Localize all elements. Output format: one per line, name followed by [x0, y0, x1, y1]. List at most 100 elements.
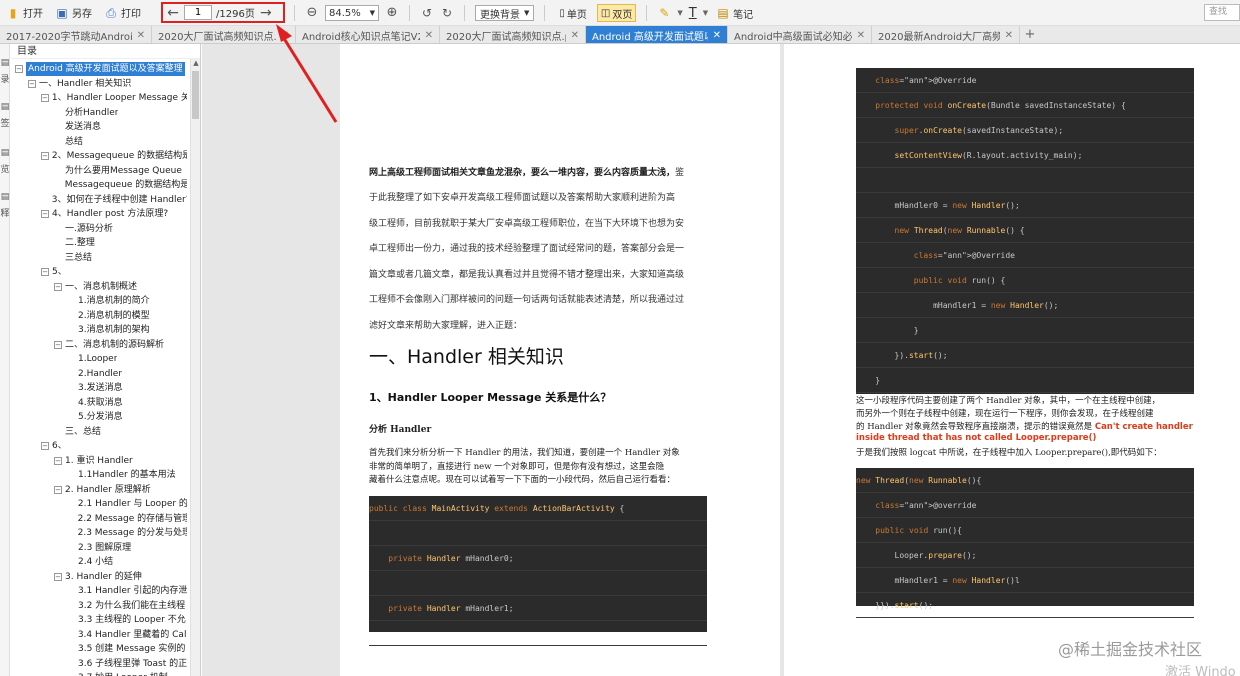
close-icon[interactable]: ✕: [713, 30, 721, 41]
close-icon[interactable]: ✕: [571, 30, 579, 41]
rotate-right-icon[interactable]: ↻: [440, 6, 454, 20]
next-page-arrow-icon[interactable]: →: [259, 5, 273, 21]
highlighter-icon[interactable]: ✎: [657, 6, 671, 20]
outline-item[interactable]: 3.4 Handler 里藏着的 Call: [67, 628, 187, 642]
collapse-icon[interactable]: −: [54, 485, 62, 494]
outline-item[interactable]: 5.分发消息: [67, 410, 187, 424]
outline-item[interactable]: −3. Handler 的延伸: [54, 570, 187, 584]
annotation-rail-icon[interactable]: ▤: [0, 192, 10, 202]
outline-item[interactable]: 3.7 妙用 Looper 机制: [67, 671, 187, 676]
outline-item[interactable]: −6、: [41, 439, 187, 453]
zoom-out-icon[interactable]: ⊖: [305, 6, 319, 20]
outline-item[interactable]: 2.1 Handler 与 Looper 的: [67, 497, 187, 511]
document-view[interactable]: 网上高级工程师面试相关文章鱼龙混杂，要么一堆内容，要么内容质量太浅，鉴 于此我整…: [202, 44, 1240, 676]
outline-item-label: 3.发送消息: [78, 383, 123, 393]
outline-item[interactable]: 三总结: [54, 251, 187, 265]
outline-rail-icon[interactable]: ▤: [0, 58, 10, 68]
outline-item[interactable]: −1. 重识 Handler: [54, 454, 187, 468]
close-icon[interactable]: ✕: [1005, 30, 1013, 41]
search-input[interactable]: 查找: [1204, 4, 1240, 21]
outline-item[interactable]: − 一、Handler 相关知识: [28, 77, 187, 91]
tab-document-2[interactable]: 2020大厂面试高频知识点.pdf ✕: [152, 26, 296, 43]
outline-item[interactable]: − 二、消息机制的源码解析: [54, 338, 187, 352]
close-icon[interactable]: ✕: [857, 30, 865, 41]
collapse-icon[interactable]: −: [54, 572, 62, 581]
close-icon[interactable]: ✕: [137, 30, 145, 41]
outline-item[interactable]: 1.消息机制的简介: [67, 294, 187, 308]
outline-item[interactable]: −2、Messagequeue 的数据结构是: [41, 149, 187, 163]
outline-item[interactable]: Messagequeue 的数据结构是: [54, 178, 187, 192]
outline-item[interactable]: − Android 高级开发面试题以及答案整理: [15, 62, 187, 76]
print-button[interactable]: ⎙ 打印: [98, 2, 147, 24]
collapse-icon[interactable]: −: [54, 340, 62, 349]
bookmark-rail-icon[interactable]: ▤: [0, 102, 10, 112]
page-number-input[interactable]: [184, 5, 212, 20]
save-as-button[interactable]: ▣ 另存: [49, 2, 98, 24]
chevron-down-icon[interactable]: ▼: [677, 9, 682, 17]
outline-item[interactable]: 3、如何在子线程中创建 Handler?: [41, 193, 187, 207]
divider: [409, 5, 410, 21]
collapse-icon[interactable]: −: [41, 94, 49, 102]
outline-item[interactable]: − 一、消息机制概述: [54, 280, 187, 294]
outline-item[interactable]: 发送消息: [54, 120, 187, 134]
zoom-in-icon[interactable]: ⊕: [385, 6, 399, 20]
outline-item[interactable]: 3.3 主线程的 Looper 不允: [67, 613, 187, 627]
tab-document-7[interactable]: 2020最新Android大厂高频面试 ✕: [872, 26, 1020, 43]
outline-item[interactable]: 4.获取消息: [67, 396, 187, 410]
close-icon[interactable]: ✕: [425, 30, 433, 41]
collapse-icon[interactable]: −: [41, 152, 49, 160]
outline-item[interactable]: 为什么要用Message Queue: [54, 164, 187, 178]
text-tool-button[interactable]: T: [689, 6, 697, 21]
collapse-icon[interactable]: −: [41, 442, 49, 450]
outline-item[interactable]: 2.消息机制的模型: [67, 309, 187, 323]
open-button[interactable]: ▮ 打开: [0, 2, 49, 24]
chevron-down-icon[interactable]: ▼: [703, 9, 708, 17]
collapse-icon[interactable]: −: [41, 210, 49, 218]
tab-document-3[interactable]: Android核心知识点笔记V2020 ✕: [296, 26, 440, 43]
outline-item[interactable]: 3.1 Handler 引起的内存泄: [67, 584, 187, 598]
collapse-icon[interactable]: −: [41, 268, 49, 276]
outline-item[interactable]: 2.3 Message 的分发与处理: [67, 526, 187, 540]
collapse-icon[interactable]: −: [28, 79, 36, 88]
collapse-icon[interactable]: −: [15, 65, 23, 73]
double-page-button[interactable]: ◫ 双页: [596, 4, 637, 22]
outline-scrollbar[interactable]: ▲: [190, 59, 200, 676]
collapse-icon[interactable]: −: [54, 456, 62, 465]
outline-item[interactable]: 3.6 子线程里弹 Toast 的正: [67, 657, 187, 671]
zoom-select[interactable]: 84.5% ▼: [325, 5, 379, 21]
outline-item[interactable]: −5、: [41, 265, 187, 279]
outline-item[interactable]: 总结: [54, 135, 187, 149]
background-select[interactable]: 更换背景 ▼: [475, 5, 535, 21]
outline-item[interactable]: −1、Handler Looper Message 关: [41, 91, 187, 105]
single-page-button[interactable]: ▯ 单页: [555, 4, 591, 22]
notes-button[interactable]: ▤ 笔记: [714, 2, 755, 24]
outline-item[interactable]: 二.整理: [54, 236, 187, 250]
outline-item[interactable]: 3.2 为什么我们能在主线程: [67, 599, 187, 613]
tab-document-4[interactable]: 2020大厂面试高频知识点.pdf ✕: [440, 26, 586, 43]
outline-item[interactable]: 3.消息机制的架构: [67, 323, 187, 337]
outline-item[interactable]: 2.4 小结: [67, 555, 187, 569]
outline-item[interactable]: 2.3 图解原理: [67, 541, 187, 555]
outline-item[interactable]: 三、总结: [54, 425, 187, 439]
rotate-left-icon[interactable]: ↺: [420, 6, 434, 20]
outline-item[interactable]: −2. Handler 原理解析: [54, 483, 187, 497]
outline-item[interactable]: 分析Handler: [54, 106, 187, 120]
scroll-thumb[interactable]: [192, 71, 199, 119]
outline-item[interactable]: 1.1Handler 的基本用法: [67, 468, 187, 482]
collapse-icon[interactable]: −: [54, 282, 62, 291]
outline-item[interactable]: 2.Handler: [67, 367, 187, 381]
tab-document-5[interactable]: Android 高级开发面试题以及答 ✕: [586, 26, 728, 43]
outline-item[interactable]: 1.Looper: [67, 352, 187, 366]
outline-item[interactable]: −4、Handler post 方法原理?: [41, 207, 187, 221]
tab-document-6[interactable]: Android中高级面试必知必会.p ✕: [728, 26, 872, 43]
close-icon[interactable]: ✕: [281, 30, 289, 41]
scroll-up-arrow-icon[interactable]: ▲: [192, 59, 200, 67]
outline-item[interactable]: 3.发送消息: [67, 381, 187, 395]
thumbnail-rail-icon[interactable]: ▤: [0, 148, 10, 158]
tab-document-1[interactable]: 2017-2020字节跳动Android面试 ✕: [0, 26, 152, 43]
outline-item[interactable]: 一.源码分析: [54, 222, 187, 236]
add-tab-icon[interactable]: +: [1020, 26, 1040, 43]
outline-item[interactable]: 2.2 Message 的存储与管理: [67, 512, 187, 526]
prev-page-arrow-icon[interactable]: ←: [166, 5, 180, 21]
outline-item[interactable]: 3.5 创建 Message 实例的: [67, 642, 187, 656]
